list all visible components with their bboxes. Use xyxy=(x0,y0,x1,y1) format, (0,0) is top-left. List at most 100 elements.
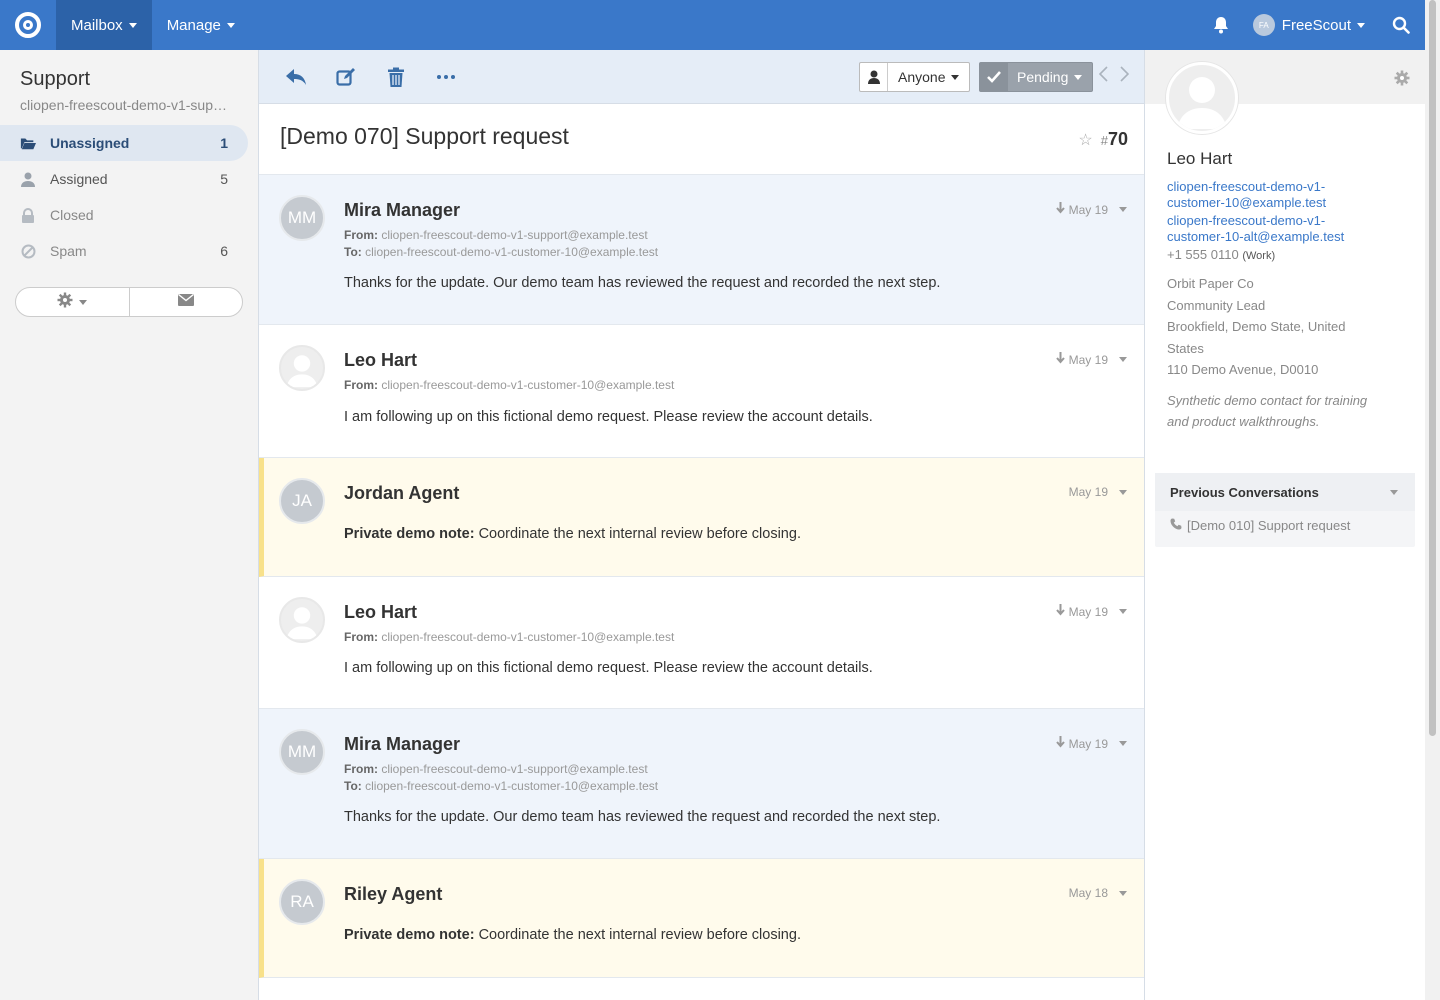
thread-date: May 19 xyxy=(1055,202,1108,217)
assignee-dropdown[interactable]: Anyone xyxy=(859,62,971,92)
folder-spam[interactable]: Spam 6 xyxy=(0,233,248,269)
avatar: JA xyxy=(279,478,325,524)
previous-conversations-header[interactable]: Previous Conversations xyxy=(1155,473,1415,511)
thread-body: Thanks for the update. Our demo team has… xyxy=(344,275,941,291)
user-icon xyxy=(20,171,36,187)
customer-location: Brookfield, Demo State, United States xyxy=(1167,319,1346,356)
conversation-subject[interactable]: [Demo 070] Support request xyxy=(280,123,569,150)
ban-icon xyxy=(20,243,36,259)
search-icon[interactable] xyxy=(1377,0,1425,50)
customer-job-title: Community Lead xyxy=(1167,297,1266,313)
thread-date: May 19 xyxy=(1055,604,1108,619)
previous-conversations-title: Previous Conversations xyxy=(1170,484,1319,500)
nav-mailbox-menu[interactable]: Mailbox xyxy=(56,0,152,50)
mailbox-title[interactable]: Support xyxy=(20,68,90,91)
folder-label: Closed xyxy=(50,207,94,223)
new-conversation-button[interactable] xyxy=(130,288,243,316)
thread-menu-caret-icon[interactable] xyxy=(1119,490,1127,495)
date-label: May 18 xyxy=(1068,886,1108,900)
check-icon xyxy=(980,63,1008,91)
envelope-icon xyxy=(177,293,194,311)
thread-to: To: cliopen-freescout-demo-v1-customer-1… xyxy=(344,779,658,793)
from-label: From: xyxy=(344,762,378,776)
thread-from: From: cliopen-freescout-demo-v1-customer… xyxy=(344,378,674,392)
thread-date: May 19 xyxy=(1055,352,1108,367)
thread-author: Mira Manager xyxy=(344,734,461,754)
hash-sign: # xyxy=(1100,133,1108,148)
arrow-down-icon xyxy=(1055,736,1065,751)
folder-count: 5 xyxy=(220,171,228,187)
avatar: RA xyxy=(279,879,325,925)
chevron-left-icon[interactable] xyxy=(1098,66,1108,87)
thread-date: May 19 xyxy=(1069,485,1108,499)
star-icon[interactable]: ☆ xyxy=(1078,130,1092,150)
customer-email-alt[interactable]: cliopen-freescout-demo-v1-customer-10-al… xyxy=(1167,213,1367,245)
user-avatar: FA xyxy=(1252,14,1275,36)
edit-note-icon[interactable] xyxy=(321,50,371,104)
thread-body: Private demo note: Coordinate the next i… xyxy=(344,526,801,542)
from-label: From: xyxy=(344,228,378,242)
date-label: May 19 xyxy=(1068,485,1108,499)
status-dropdown[interactable]: Pending xyxy=(979,62,1094,92)
thread-author: Leo Hart xyxy=(344,350,418,370)
thread-menu-caret-icon[interactable] xyxy=(1119,207,1127,212)
from-label: From: xyxy=(344,630,378,644)
phone-number: +1 555 0110 xyxy=(1167,247,1239,262)
customer-avatar[interactable] xyxy=(1166,62,1238,134)
reply-icon[interactable] xyxy=(271,50,321,104)
conversation-toolbar: Anyone Pending xyxy=(259,50,1144,104)
from-address: cliopen-freescout-demo-v1-support@exampl… xyxy=(381,228,648,242)
notifications-bell-icon[interactable] xyxy=(1201,0,1241,50)
avatar xyxy=(279,597,325,643)
customer-email[interactable]: cliopen-freescout-demo-v1-customer-10@ex… xyxy=(1167,179,1367,211)
folder-unassigned[interactable]: Unassigned 1 xyxy=(0,125,248,161)
scrollbar-thumb[interactable] xyxy=(1429,0,1436,736)
arrow-down-icon xyxy=(1055,202,1065,217)
trash-icon[interactable] xyxy=(371,50,421,104)
note-text: Coordinate the next internal review befo… xyxy=(478,526,801,542)
thread-item: MM Mira Manager From: cliopen-freescout-… xyxy=(259,709,1144,859)
thread-menu-caret-icon[interactable] xyxy=(1119,357,1127,362)
gear-icon[interactable] xyxy=(1394,70,1410,91)
thread-menu-caret-icon[interactable] xyxy=(1119,609,1127,614)
from-address: cliopen-freescout-demo-v1-customer-10@ex… xyxy=(381,378,675,392)
freescout-logo-icon[interactable] xyxy=(0,0,56,50)
customer-notes: Synthetic demo contact for training and … xyxy=(1167,393,1368,429)
thread-menu-caret-icon[interactable] xyxy=(1119,741,1127,746)
to-address: cliopen-freescout-demo-v1-customer-10@ex… xyxy=(365,245,659,259)
date-label: May 19 xyxy=(1068,736,1108,751)
user-icon xyxy=(860,63,888,91)
folder-closed[interactable]: Closed xyxy=(0,197,248,233)
conversation-number-value: 70 xyxy=(1107,129,1128,149)
folder-list: Unassigned 1 Assigned 5 Closed Spam 6 xyxy=(0,125,248,269)
previous-conversation-item[interactable]: [Demo 010] Support request xyxy=(1155,511,1415,533)
chevron-right-icon[interactable] xyxy=(1120,66,1130,87)
thread-from: From: cliopen-freescout-demo-v1-support@… xyxy=(344,762,648,776)
conversation-pager xyxy=(1098,66,1130,87)
nav-manage-menu[interactable]: Manage xyxy=(152,0,250,50)
folder-assigned[interactable]: Assigned 5 xyxy=(0,161,248,197)
customer-name[interactable]: Leo Hart xyxy=(1167,149,1232,169)
note-label: Private demo note: xyxy=(344,526,475,542)
thread-date: May 19 xyxy=(1055,736,1108,751)
lock-icon xyxy=(20,207,36,223)
customer-address: 110 Demo Avenue, D0010 xyxy=(1167,362,1319,377)
mailbox-sidebar: Support cliopen-freescout-demo-v1-suppor… xyxy=(0,50,258,1000)
top-nav: Mailbox Manage FA FreeScout xyxy=(0,0,1425,50)
thread-body: I am following up on this fictional demo… xyxy=(344,409,873,425)
user-menu[interactable]: FA FreeScout xyxy=(1241,14,1377,36)
folder-label: Assigned xyxy=(50,171,108,187)
thread-menu-caret-icon[interactable] xyxy=(1119,891,1127,896)
conversation-number: ☆ #70 xyxy=(1078,129,1128,150)
folder-count: 6 xyxy=(220,243,228,259)
chevron-down-icon xyxy=(1074,74,1083,80)
page-scrollbar[interactable] xyxy=(1425,0,1440,1000)
chevron-down-icon xyxy=(128,22,137,28)
mailbox-settings-button[interactable] xyxy=(16,288,130,316)
folder-label: Unassigned xyxy=(50,135,130,151)
thread-from: From: cliopen-freescout-demo-v1-customer… xyxy=(344,630,674,644)
thread-item: MM Mira Manager From: cliopen-freescout-… xyxy=(259,175,1144,325)
arrow-down-icon xyxy=(1055,352,1065,367)
more-actions-icon[interactable] xyxy=(421,50,471,104)
chevron-down-icon xyxy=(79,299,88,305)
